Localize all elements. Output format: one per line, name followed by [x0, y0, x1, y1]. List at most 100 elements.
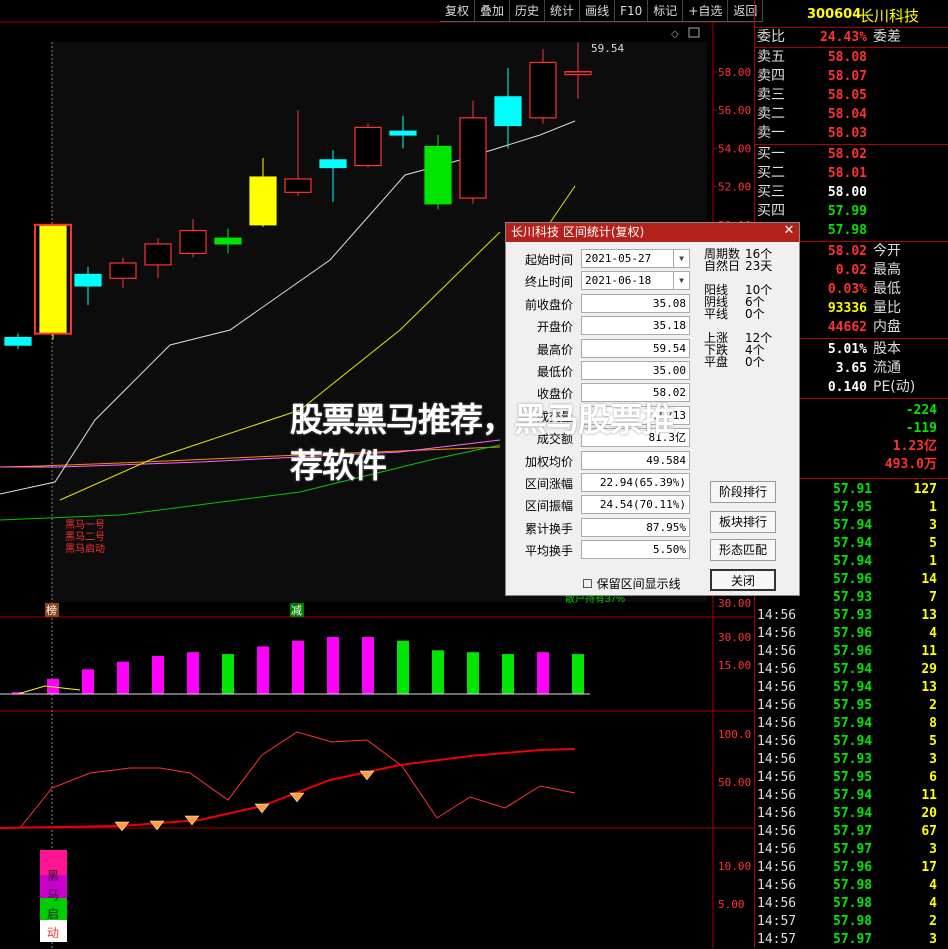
stock-code: 300604: [807, 7, 862, 22]
signal-char: 动: [47, 926, 59, 940]
toolbar-button[interactable]: 统计: [545, 0, 581, 21]
bid-price: 57.98: [827, 223, 867, 238]
chevron-down-icon[interactable]: ▼: [673, 250, 689, 267]
field-value-text: 35.08: [652, 296, 686, 310]
volume-bar: [362, 637, 374, 694]
signal-char: 黑: [47, 869, 59, 883]
dialog-button[interactable]: 板块排行: [710, 511, 776, 533]
toolbar: 复权 叠加 历史 统计 画线 F10 标记 +自选 返回: [440, 0, 764, 22]
candle-body: [179, 229, 207, 255]
dialog-button[interactable]: 形态匹配: [710, 539, 776, 561]
volume-bar: [467, 652, 479, 694]
field-value: 5.50%: [581, 540, 690, 560]
tick-price: 57.94: [833, 518, 873, 533]
tick-price: 57.98: [833, 896, 873, 911]
checkbox-box[interactable]: ☐: [582, 577, 597, 591]
stat-label: 量比: [873, 300, 901, 316]
volume-bar: [222, 654, 234, 694]
ask-price: 58.04: [827, 107, 867, 122]
field-value-text: 35.00: [652, 364, 686, 377]
field-value: 24.54(70.11%): [581, 495, 690, 515]
tick-volume: 3: [929, 752, 937, 767]
tick-volume: 8: [929, 716, 937, 731]
flow-value: -119: [905, 421, 937, 436]
volume-bar: [397, 640, 409, 694]
candle-body: [354, 126, 382, 167]
stat-label: 今开: [873, 243, 901, 259]
chevron-down-icon[interactable]: ▼: [673, 272, 689, 290]
stat-value: 0个: [745, 307, 765, 321]
toolbar-button[interactable]: 复权: [440, 0, 476, 21]
dialog-button[interactable]: 阶段排行: [710, 481, 776, 503]
tick-price: 57.93: [833, 590, 873, 605]
field-label: 终止时间: [524, 275, 573, 290]
volume-bar: [152, 656, 164, 694]
stat-value: 58.02: [827, 244, 867, 259]
tick-row: 14:56 57.95 2: [755, 696, 948, 715]
toolbar-button[interactable]: F10: [615, 0, 649, 21]
toolbar-button[interactable]: 画线: [580, 0, 616, 21]
field-value-text: 35.18: [652, 319, 686, 333]
tick-price: 57.97: [833, 824, 873, 839]
close-icon[interactable]: ✕: [782, 224, 796, 239]
date-select[interactable]: 2021-06-18 ▼: [581, 271, 690, 291]
tick-row: 14:57 57.97 3: [755, 930, 948, 949]
ask-price: 58.07: [827, 69, 867, 84]
tick-volume: 5: [929, 536, 937, 551]
tick-price: 57.91: [833, 482, 873, 497]
candle-body: [424, 145, 452, 205]
diamond-icon: [289, 792, 305, 803]
jian-label: 减: [291, 604, 302, 617]
volume-bar: [257, 646, 269, 694]
tick-row: 14:56 57.96 17: [755, 858, 948, 877]
signal-char: 马: [47, 888, 59, 902]
tick-volume: 5: [929, 734, 937, 749]
tick-time: 14:57: [757, 932, 797, 947]
diamond-icon: ◇: [671, 29, 679, 40]
stock-name: 长川科技: [859, 7, 920, 25]
toolbar-button[interactable]: 历史: [510, 0, 546, 21]
stat-value: 44662: [827, 320, 867, 335]
signal-label: 黑马一号: [65, 519, 105, 531]
field-label: 区间振幅: [524, 499, 573, 514]
field-value-text: 24.54(70.11%): [599, 498, 686, 512]
tick-price: 57.97: [833, 842, 873, 857]
candle-body: [389, 130, 417, 136]
volume-axis-label: 30.00: [718, 631, 751, 644]
dialog-title[interactable]: 长川科技 区间统计(复权) ✕: [506, 223, 799, 242]
weibi-label: 委比: [757, 29, 785, 45]
volume-axis-label: 15.00: [718, 659, 751, 672]
tick-row: 14:56 57.97 3: [755, 840, 948, 859]
tick-volume: 3: [929, 932, 937, 947]
stat-value: 0.140: [827, 380, 867, 395]
tick-volume: 1: [929, 500, 937, 515]
date-select[interactable]: 2021-05-27 ▼: [581, 249, 690, 268]
tick-price: 57.96: [833, 644, 873, 659]
toolbar-button[interactable]: 标记: [648, 0, 684, 21]
volume-bar: [292, 640, 304, 694]
bid-price: 58.01: [827, 166, 867, 181]
tick-row: 14:56 57.97 67: [755, 822, 948, 841]
price-axis-label: 58.00: [718, 66, 751, 79]
toolbar-button[interactable]: 叠加: [475, 0, 511, 21]
tick-price: 57.96: [833, 626, 873, 641]
bid-row: 买三 58.00: [755, 183, 948, 202]
dialog-button[interactable]: 关闭: [710, 569, 776, 591]
candle-body: [249, 176, 277, 226]
stat-label: 内盘: [873, 319, 901, 335]
tick-row: 14:56 57.96 4: [755, 624, 948, 643]
bid-label: 买二: [757, 165, 785, 181]
tick-volume: 29: [921, 662, 937, 677]
osc-line-1: [0, 731, 576, 829]
toolbar-button[interactable]: +自选: [683, 0, 729, 21]
tick-volume: 6: [929, 770, 937, 785]
volume-bar: [502, 654, 514, 694]
bid-row: 买一 58.02: [755, 145, 948, 164]
keep-range-checkbox[interactable]: ☐ 保留区间显示线: [582, 575, 681, 592]
signal-char: 启: [47, 907, 59, 921]
field-value-text: 5.50%: [652, 543, 686, 557]
diamond-icon: [254, 803, 270, 814]
tick-time: 14:56: [757, 770, 797, 785]
tick-price: 57.93: [833, 752, 873, 767]
volume-bar: [117, 661, 129, 694]
